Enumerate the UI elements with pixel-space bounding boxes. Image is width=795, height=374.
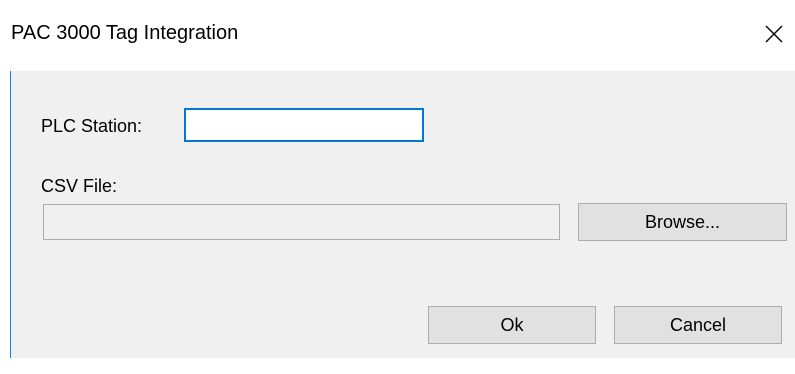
plc-station-label: PLC Station: bbox=[41, 116, 143, 136]
browse-button[interactable]: Browse... bbox=[578, 203, 787, 241]
dialog-window: PAC 3000 Tag Integration PLC Station: CS… bbox=[0, 0, 795, 374]
csv-file-path-field[interactable] bbox=[43, 204, 560, 240]
bottom-margin bbox=[0, 358, 795, 374]
close-button[interactable] bbox=[756, 16, 792, 52]
plc-station-input[interactable] bbox=[184, 108, 424, 142]
close-icon bbox=[765, 25, 783, 43]
title-bar: PAC 3000 Tag Integration bbox=[0, 0, 795, 71]
csv-file-label: CSV File: bbox=[41, 176, 118, 196]
window-title: PAC 3000 Tag Integration bbox=[11, 22, 239, 44]
dialog-client-area: PLC Station: CSV File: Browse... Ok Canc… bbox=[10, 71, 795, 358]
cancel-button[interactable]: Cancel bbox=[614, 306, 782, 344]
ok-button[interactable]: Ok bbox=[428, 306, 596, 344]
